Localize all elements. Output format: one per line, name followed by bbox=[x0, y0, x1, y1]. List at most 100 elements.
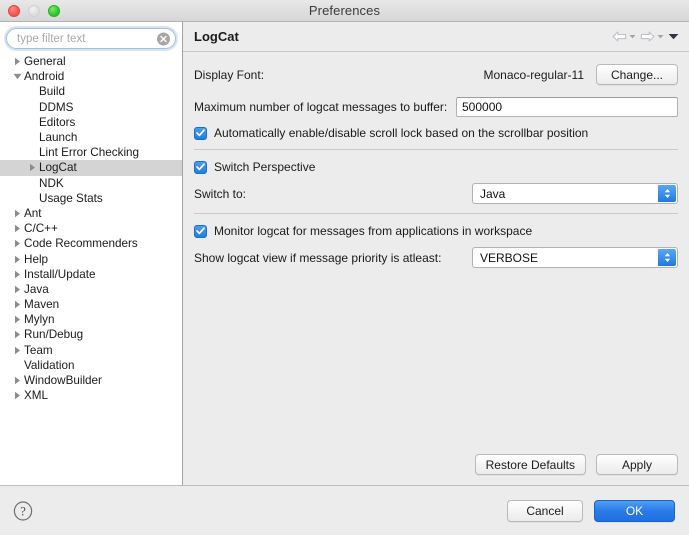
priority-select[interactable]: VERBOSE bbox=[472, 247, 678, 268]
sidebar-item-label: Install/Update bbox=[23, 268, 95, 281]
chevron-right-icon[interactable] bbox=[12, 346, 23, 355]
sidebar-item-label: NDK bbox=[38, 177, 64, 190]
sidebar-item-label: Help bbox=[23, 253, 48, 266]
chevron-right-icon[interactable] bbox=[27, 163, 38, 172]
chevron-right-icon[interactable] bbox=[12, 285, 23, 294]
separator-2 bbox=[194, 213, 678, 214]
filter-container bbox=[0, 22, 182, 52]
maximize-window-button[interactable] bbox=[48, 5, 60, 17]
switch-perspective-label: Switch Perspective bbox=[214, 160, 315, 174]
sidebar-item-lint-error-checking[interactable]: Lint Error Checking bbox=[0, 145, 182, 160]
back-arrow-icon[interactable] bbox=[612, 31, 627, 42]
close-window-button[interactable] bbox=[8, 5, 20, 17]
chevron-down-icon[interactable] bbox=[657, 34, 664, 39]
scroll-lock-checkbox-row[interactable]: Automatically enable/disable scroll lock… bbox=[194, 126, 678, 140]
switch-to-value: Java bbox=[480, 187, 505, 201]
sidebar-item-label: Code Recommenders bbox=[23, 237, 138, 250]
sidebar-item-install-update[interactable]: Install/Update bbox=[0, 267, 182, 282]
monitor-logcat-checkbox-row[interactable]: Monitor logcat for messages from applica… bbox=[194, 224, 678, 238]
change-font-button[interactable]: Change... bbox=[596, 64, 678, 85]
sidebar-item-label: DDMS bbox=[38, 101, 73, 114]
chevron-right-icon[interactable] bbox=[12, 255, 23, 264]
max-buffer-input[interactable] bbox=[456, 97, 678, 117]
sidebar-item-ddms[interactable]: DDMS bbox=[0, 100, 182, 115]
ok-button[interactable]: OK bbox=[594, 500, 675, 522]
display-font-value: Monaco-regular-11 bbox=[484, 68, 585, 82]
sidebar-item-windowbuilder[interactable]: WindowBuilder bbox=[0, 373, 182, 388]
panel-menu-chevron-down-icon[interactable] bbox=[668, 33, 679, 40]
switch-perspective-checkbox[interactable] bbox=[194, 161, 207, 174]
scroll-lock-checkbox[interactable] bbox=[194, 127, 207, 140]
chevron-right-icon[interactable] bbox=[12, 315, 23, 324]
sidebar-item-editors[interactable]: Editors bbox=[0, 115, 182, 130]
switch-perspective-checkbox-row[interactable]: Switch Perspective bbox=[194, 160, 678, 174]
sidebar-item-label: Maven bbox=[23, 298, 59, 311]
chevron-right-icon[interactable] bbox=[12, 270, 23, 279]
chevron-down-icon[interactable] bbox=[12, 73, 23, 80]
sidebar-item-label: WindowBuilder bbox=[23, 374, 102, 387]
stepper-arrows-icon[interactable] bbox=[658, 185, 676, 202]
forward-nav-group[interactable] bbox=[640, 31, 664, 42]
help-question-icon[interactable]: ? bbox=[13, 501, 33, 521]
sidebar-item-c-c[interactable]: C/C++ bbox=[0, 221, 182, 236]
clear-circle-icon[interactable] bbox=[157, 32, 170, 45]
sidebar-item-java[interactable]: Java bbox=[0, 282, 182, 297]
display-font-label: Display Font: bbox=[194, 68, 264, 82]
sidebar-item-launch[interactable]: Launch bbox=[0, 130, 182, 145]
chevron-right-icon[interactable] bbox=[12, 391, 23, 400]
chevron-right-icon[interactable] bbox=[12, 300, 23, 309]
filter-field[interactable] bbox=[6, 28, 176, 49]
chevron-right-icon[interactable] bbox=[12, 57, 23, 66]
sidebar-item-run-debug[interactable]: Run/Debug bbox=[0, 327, 182, 342]
display-font-row: Display Font: Monaco-regular-11 Change..… bbox=[194, 64, 678, 85]
chevron-right-icon[interactable] bbox=[12, 330, 23, 339]
dialog-actions: Cancel OK bbox=[507, 500, 675, 522]
sidebar-item-label: Java bbox=[23, 283, 49, 296]
restore-defaults-button[interactable]: Restore Defaults bbox=[475, 454, 586, 475]
sidebar-item-ant[interactable]: Ant bbox=[0, 206, 182, 221]
dialog-button-bar: ? Cancel OK bbox=[0, 485, 689, 535]
sidebar-item-label: XML bbox=[23, 389, 48, 402]
stepper-arrows-icon[interactable] bbox=[658, 249, 676, 266]
preferences-main-panel: LogCat bbox=[183, 22, 689, 485]
search-input[interactable] bbox=[7, 29, 175, 48]
forward-arrow-icon[interactable] bbox=[640, 31, 655, 42]
switch-to-select[interactable]: Java bbox=[472, 183, 678, 204]
sidebar-item-xml[interactable]: XML bbox=[0, 388, 182, 403]
sidebar-item-label: Build bbox=[38, 85, 65, 98]
window-title: Preferences bbox=[309, 3, 380, 18]
switch-to-label: Switch to: bbox=[194, 187, 246, 201]
chevron-down-icon[interactable] bbox=[629, 34, 636, 39]
monitor-logcat-checkbox[interactable] bbox=[194, 225, 207, 238]
chevron-right-icon[interactable] bbox=[12, 209, 23, 218]
apply-button[interactable]: Apply bbox=[596, 454, 678, 475]
chevron-right-icon[interactable] bbox=[12, 224, 23, 233]
sidebar-item-label: C/C++ bbox=[23, 222, 58, 235]
sidebar-item-logcat[interactable]: LogCat bbox=[0, 160, 182, 175]
sidebar-item-usage-stats[interactable]: Usage Stats bbox=[0, 191, 182, 206]
chevron-right-icon[interactable] bbox=[12, 376, 23, 385]
sidebar-item-general[interactable]: General bbox=[0, 54, 182, 69]
sidebar-item-label: Ant bbox=[23, 207, 42, 220]
sidebar-item-ndk[interactable]: NDK bbox=[0, 176, 182, 191]
chevron-right-icon[interactable] bbox=[12, 239, 23, 248]
minimize-window-button[interactable] bbox=[28, 5, 40, 17]
cancel-button[interactable]: Cancel bbox=[507, 500, 583, 522]
sidebar-item-label: Run/Debug bbox=[23, 328, 83, 341]
sidebar-item-mylyn[interactable]: Mylyn bbox=[0, 312, 182, 327]
sidebar-item-build[interactable]: Build bbox=[0, 84, 182, 99]
sidebar-item-android[interactable]: Android bbox=[0, 69, 182, 84]
title-bar: Preferences bbox=[0, 0, 689, 22]
sidebar-item-validation[interactable]: Validation bbox=[0, 358, 182, 373]
back-nav-group[interactable] bbox=[612, 31, 636, 42]
sidebar-item-code-recommenders[interactable]: Code Recommenders bbox=[0, 236, 182, 251]
scroll-lock-label: Automatically enable/disable scroll lock… bbox=[214, 126, 588, 140]
sidebar-item-maven[interactable]: Maven bbox=[0, 297, 182, 312]
max-buffer-label: Maximum number of logcat messages to buf… bbox=[194, 100, 447, 114]
sidebar-item-help[interactable]: Help bbox=[0, 251, 182, 266]
sidebar-item-team[interactable]: Team bbox=[0, 343, 182, 358]
panel-nav-tools bbox=[612, 31, 679, 42]
preferences-tree[interactable]: GeneralAndroidBuild DDMSEditorsLaunchLint… bbox=[0, 52, 182, 485]
priority-value: VERBOSE bbox=[480, 251, 538, 265]
max-buffer-row: Maximum number of logcat messages to buf… bbox=[194, 97, 678, 117]
